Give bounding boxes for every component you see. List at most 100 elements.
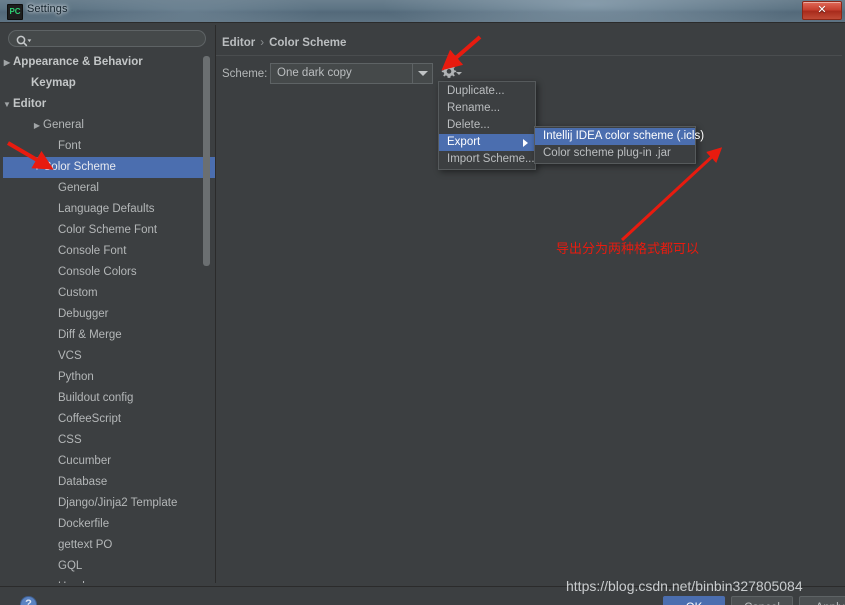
- menu-item-label: Color scheme plug-in .jar: [543, 147, 671, 159]
- sidebar-item-label: Database: [58, 476, 108, 488]
- cancel-button[interactable]: Cancel: [731, 596, 793, 605]
- sidebar-item-label: Appearance & Behavior: [13, 56, 143, 68]
- submenu-item-color-scheme-plug-in-jar[interactable]: Color scheme plug-in .jar: [535, 145, 695, 162]
- sidebar-item-cucumber[interactable]: Cucumber: [3, 451, 215, 472]
- chevron-right-icon[interactable]: ▶: [3, 52, 13, 73]
- settings-sidebar: ▶ Appearance & Behavior Keymap ▼ Editor ▶ Gene…: [3, 25, 216, 583]
- menu-item-label: Delete...: [447, 119, 490, 131]
- sidebar-item-label: Keymap: [31, 77, 76, 89]
- apply-button[interactable]: Apply: [799, 596, 845, 605]
- sidebar-item-console-font[interactable]: Console Font: [3, 241, 215, 262]
- help-button[interactable]: ?: [20, 596, 37, 605]
- sidebar-item-gettext-po[interactable]: gettext PO: [3, 535, 215, 556]
- sidebar-item-debugger[interactable]: Debugger: [3, 304, 215, 325]
- sidebar-scrollbar-track[interactable]: [203, 52, 211, 583]
- sidebar-item-console-colors[interactable]: Console Colors: [3, 262, 215, 283]
- sidebar-scrollbar-thumb[interactable]: [203, 56, 210, 266]
- close-button[interactable]: ✕: [802, 1, 842, 20]
- sidebar-item-custom[interactable]: Custom: [3, 283, 215, 304]
- sidebar-item-editor[interactable]: ▼ Editor: [3, 94, 215, 115]
- menu-item-duplicate[interactable]: Duplicate...: [439, 83, 535, 100]
- sidebar-item-label: Color Scheme: [43, 161, 116, 173]
- sidebar-item-label: Language Defaults: [58, 203, 155, 215]
- sidebar-item-color-scheme-font[interactable]: Color Scheme Font: [3, 220, 215, 241]
- chevron-down-icon[interactable]: ▼: [3, 94, 13, 115]
- sidebar-item-vcs[interactable]: VCS: [3, 346, 215, 367]
- sidebar-item-label: Debugger: [58, 308, 109, 320]
- sidebar-item-label: General: [43, 119, 84, 131]
- sidebar-item-label: Cucumber: [58, 455, 112, 467]
- sidebar-item-python[interactable]: Python: [3, 367, 215, 388]
- menu-item-delete[interactable]: Delete...: [439, 117, 535, 134]
- sidebar-item-language-defaults[interactable]: Language Defaults: [3, 199, 215, 220]
- sidebar-item-gql[interactable]: GQL: [3, 556, 215, 577]
- sidebar-item-label: CoffeeScript: [58, 413, 122, 425]
- settings-dialog-window: PC Settings ✕ ▶ Appearance & Behavior Ke…: [0, 0, 845, 605]
- sidebar-item-django-jinja2-template[interactable]: Django/Jinja2 Template: [3, 493, 215, 514]
- sidebar-item-coffeescript[interactable]: CoffeeScript: [3, 409, 215, 430]
- sidebar-item-label: Haml: [58, 577, 85, 583]
- sidebar-item-dockerfile[interactable]: Dockerfile: [3, 514, 215, 535]
- watermark-text: https://blog.csdn.net/binbin327805084: [566, 578, 803, 594]
- breadcrumb-divider: [216, 55, 842, 56]
- dialog-body: ▶ Appearance & Behavior Keymap ▼ Editor ▶ Gene…: [0, 22, 845, 605]
- sidebar-item-label: Dockerfile: [58, 518, 110, 530]
- sidebar-item-general[interactable]: General: [3, 178, 215, 199]
- sidebar-item-diff-merge[interactable]: Diff & Merge: [3, 325, 215, 346]
- sidebar-item-font[interactable]: Font: [3, 136, 215, 157]
- scheme-combobox[interactable]: One dark copy: [270, 63, 433, 84]
- settings-content-pane: Editor › Color Scheme Scheme: One dark cop…: [216, 25, 842, 583]
- scheme-settings-gear-button[interactable]: [441, 64, 463, 82]
- menu-item-label: Export: [447, 136, 481, 148]
- sidebar-item-label: General: [58, 182, 99, 194]
- sidebar-item-general[interactable]: ▶ General: [3, 115, 215, 136]
- menu-item-label: Import Scheme...: [447, 153, 535, 165]
- chevron-down-icon[interactable]: ▼: [31, 157, 43, 178]
- gear-dropdown-caret-icon: [456, 72, 462, 75]
- close-icon: ✕: [817, 4, 827, 16]
- menu-item-export[interactable]: Export: [439, 134, 535, 151]
- sidebar-item-label: Console Font: [58, 245, 127, 257]
- scheme-actions-menu[interactable]: Duplicate... Rename... Delete... Export Impo…: [438, 81, 536, 170]
- scheme-label: Scheme:: [222, 68, 268, 80]
- sidebar-item-label: Python: [58, 371, 94, 383]
- sidebar-item-label: Diff & Merge: [58, 329, 122, 341]
- sidebar-item-appearance-behavior[interactable]: ▶ Appearance & Behavior: [3, 52, 215, 73]
- breadcrumb-leaf: Color Scheme: [269, 37, 347, 49]
- sidebar-item-database[interactable]: Database: [3, 472, 215, 493]
- export-submenu[interactable]: Intellij IDEA color scheme (.icls) Color …: [534, 126, 704, 164]
- settings-tree[interactable]: ▶ Appearance & Behavior Keymap ▼ Editor ▶ Gene…: [3, 52, 215, 583]
- search-field-wrapper: [8, 30, 208, 49]
- menu-item-label: Duplicate...: [447, 85, 505, 97]
- sidebar-item-haml[interactable]: Haml: [3, 577, 215, 583]
- menu-item-label: Intellij IDEA color scheme (.icls): [543, 130, 705, 142]
- sidebar-item-label: Console Colors: [58, 266, 137, 278]
- window-title: Settings: [27, 3, 68, 15]
- breadcrumb: Editor › Color Scheme: [222, 37, 346, 49]
- chevron-right-icon: [523, 139, 528, 147]
- sidebar-item-label: Font: [58, 140, 82, 152]
- menu-item-rename[interactable]: Rename...: [439, 100, 535, 117]
- sidebar-item-keymap[interactable]: Keymap: [3, 73, 215, 94]
- chevron-right-icon[interactable]: ▶: [31, 115, 43, 136]
- sidebar-item-css[interactable]: CSS: [3, 430, 215, 451]
- breadcrumb-root[interactable]: Editor: [222, 37, 255, 49]
- sidebar-item-buildout-config[interactable]: Buildout config: [3, 388, 215, 409]
- sidebar-item-label: Editor: [13, 98, 47, 110]
- sidebar-item-label: GQL: [58, 560, 83, 572]
- ok-button[interactable]: OK: [663, 596, 725, 605]
- sidebar-item-label: Django/Jinja2 Template: [58, 497, 178, 509]
- search-icon: [16, 34, 32, 52]
- search-input[interactable]: [8, 30, 206, 47]
- submenu-item-intellij-idea-color-scheme-icls[interactable]: Intellij IDEA color scheme (.icls): [535, 128, 704, 145]
- titlebar-glow: [380, 0, 800, 22]
- sidebar-item-label: CSS: [58, 434, 82, 446]
- menu-item-import-scheme[interactable]: Import Scheme...: [439, 151, 535, 168]
- sidebar-item-color-scheme[interactable]: ▼ Color Scheme: [3, 157, 215, 178]
- sidebar-item-label: Custom: [58, 287, 98, 299]
- scheme-combobox-arrow-button[interactable]: [412, 64, 432, 83]
- sidebar-item-label: Color Scheme Font: [58, 224, 158, 236]
- pycharm-icon: PC: [7, 4, 23, 20]
- menu-item-label: Rename...: [447, 102, 501, 114]
- scheme-combobox-value: One dark copy: [277, 67, 352, 79]
